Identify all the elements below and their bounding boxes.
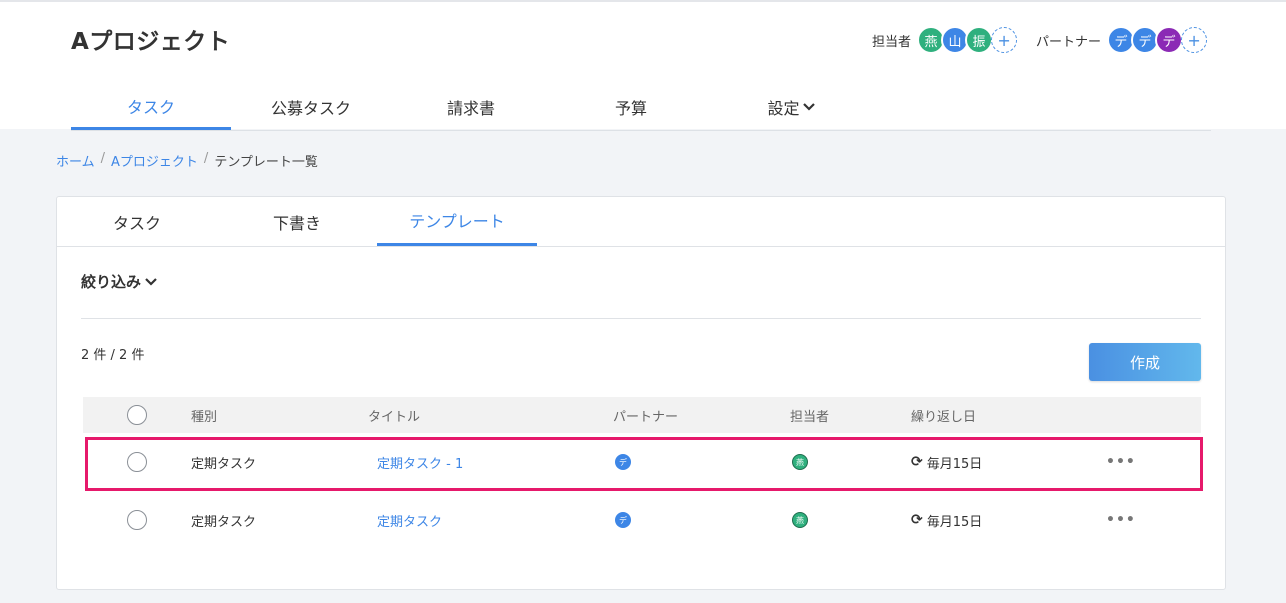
subtab-drafts[interactable]: 下書き: [217, 197, 377, 246]
breadcrumb-home[interactable]: ホーム: [56, 151, 95, 170]
row-type: 定期タスク: [191, 456, 257, 472]
result-count: 2 件 / 2 件: [81, 348, 145, 363]
breadcrumb-current: テンプレート一覧: [214, 155, 318, 170]
template-table: 種別 タイトル パートナー 担当者 繰り返し日 定期タスク 定期タスク - 1 …: [83, 397, 1201, 549]
sub-tabs: タスク 下書き テンプレート: [57, 197, 1225, 247]
create-button[interactable]: 作成: [1089, 343, 1201, 381]
table-row[interactable]: 定期タスク 定期タスク デ 燕 ⟳ 毎月15日 •••: [83, 491, 1201, 549]
row-title-link[interactable]: 定期タスク: [377, 491, 442, 549]
add-assignee-button[interactable]: +: [991, 27, 1018, 53]
header-title[interactable]: タイトル: [368, 397, 420, 433]
header-repeat[interactable]: 繰り返し日: [911, 397, 976, 433]
partner-avatar: デ: [615, 454, 631, 470]
filter-toggle[interactable]: 絞り込み: [81, 271, 157, 292]
project-title: Aプロジェクト: [71, 29, 231, 55]
tab-tasks[interactable]: タスク: [71, 84, 231, 130]
breadcrumb-separator: /: [100, 151, 106, 166]
more-options-icon[interactable]: •••: [1106, 433, 1136, 491]
more-options-icon[interactable]: •••: [1106, 491, 1136, 549]
header-partner[interactable]: パートナー: [613, 397, 678, 433]
repeat-icon: ⟳: [911, 512, 923, 528]
table-header: 種別 タイトル パートナー 担当者 繰り返し日: [83, 397, 1201, 433]
table-row[interactable]: 定期タスク 定期タスク - 1 デ 燕 ⟳ 毎月15日 •••: [83, 433, 1201, 491]
row-title-link[interactable]: 定期タスク - 1: [377, 433, 463, 491]
row-checkbox[interactable]: [127, 510, 147, 530]
repeat-icon: ⟳: [911, 454, 923, 470]
header-assignee[interactable]: 担当者: [790, 397, 829, 433]
add-partner-button[interactable]: +: [1181, 27, 1208, 53]
filter-label: 絞り込み: [81, 273, 142, 291]
row-checkbox[interactable]: [127, 452, 147, 472]
partners-group: パートナー デ デ デ +: [1036, 26, 1208, 54]
breadcrumb-separator: /: [203, 151, 209, 166]
partner-avatar[interactable]: デ: [1155, 26, 1184, 54]
tab-public-tasks[interactable]: 公募タスク: [231, 84, 391, 130]
partner-avatar: デ: [615, 512, 631, 528]
select-all-checkbox[interactable]: [127, 405, 147, 425]
main-nav: タスク 公募タスク 請求書 予算 設定: [71, 84, 1211, 131]
subtab-templates[interactable]: テンプレート: [377, 197, 537, 246]
chevron-down-icon: [802, 100, 815, 114]
row-repeat: 毎月15日: [926, 456, 983, 472]
template-list-card: タスク 下書き テンプレート 絞り込み 2 件 / 2 件 作成 種別 タイトル…: [56, 196, 1226, 590]
divider: [81, 318, 1201, 319]
partners-label: パートナー: [1036, 34, 1102, 50]
tab-invoices[interactable]: 請求書: [391, 84, 551, 130]
row-repeat: 毎月15日: [926, 514, 983, 530]
chevron-down-icon: [145, 275, 157, 289]
tab-settings[interactable]: 設定: [711, 84, 871, 130]
breadcrumb-project[interactable]: Aプロジェクト: [111, 151, 198, 170]
row-type: 定期タスク: [191, 514, 257, 530]
tab-budget[interactable]: 予算: [551, 84, 711, 130]
assignees-group: 担当者 燕 山 振 +: [872, 26, 1018, 54]
assignee-avatar: 燕: [792, 512, 808, 528]
tab-settings-label: 設定: [767, 99, 800, 118]
header-type[interactable]: 種別: [191, 397, 217, 433]
assignee-avatar: 燕: [792, 454, 808, 470]
assignees-label: 担当者: [872, 34, 912, 50]
app-header: Aプロジェクト 担当者 燕 山 振 + パートナー デ デ デ + タスク 公募…: [0, 0, 1286, 131]
assignee-avatar[interactable]: 振: [965, 26, 994, 54]
subtab-tasks[interactable]: タスク: [57, 197, 217, 246]
breadcrumb: ホーム / Aプロジェクト / テンプレート一覧: [56, 151, 318, 170]
